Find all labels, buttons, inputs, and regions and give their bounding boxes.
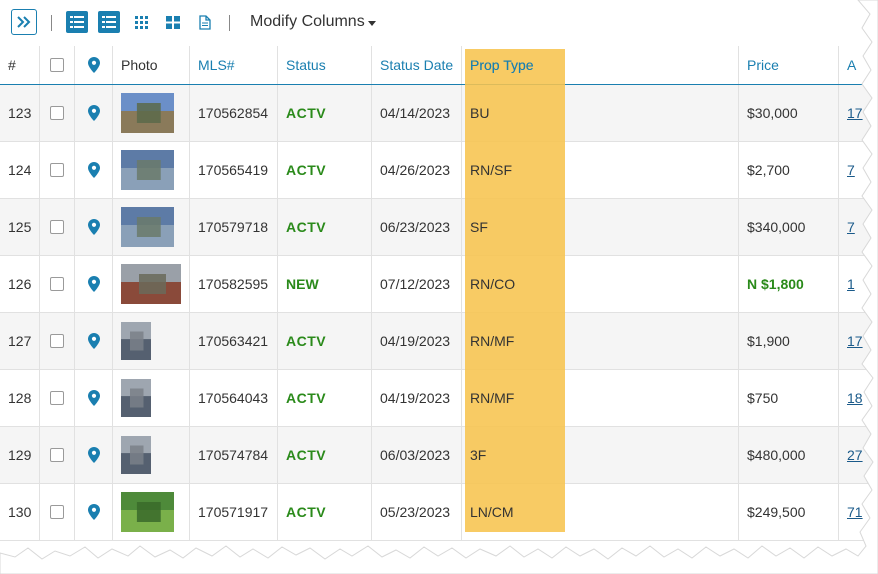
torn-paper-edge bbox=[0, 0, 878, 574]
row-prop-type: SF bbox=[470, 219, 488, 235]
header-prop-type-overlay: Prop Type bbox=[470, 57, 534, 73]
row-prop-type: RN/MF bbox=[470, 390, 515, 406]
row-prop-type: BU bbox=[470, 105, 490, 121]
row-prop-type: RN/CO bbox=[470, 276, 516, 292]
row-prop-type: RN/SF bbox=[470, 162, 512, 178]
row-prop-type: LN/CM bbox=[470, 504, 514, 520]
row-prop-type: 3F bbox=[470, 447, 487, 463]
row-prop-type: RN/MF bbox=[470, 333, 515, 349]
